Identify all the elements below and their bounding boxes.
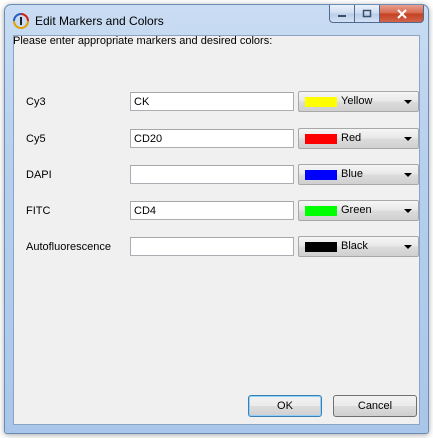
color-select-dapi[interactable]: Blue	[298, 164, 419, 185]
chevron-down-icon	[404, 245, 412, 249]
app-icon	[13, 13, 29, 29]
chevron-down-icon	[404, 173, 412, 177]
marker-input-dapi[interactable]	[130, 165, 294, 184]
color-swatch	[305, 97, 337, 107]
color-swatch	[305, 170, 337, 180]
marker-input-fitc[interactable]: CD4	[130, 201, 294, 220]
color-swatch	[305, 206, 337, 216]
marker-input-autofluorescence[interactable]	[130, 237, 294, 256]
chevron-down-icon	[404, 137, 412, 141]
caption-buttons	[329, 5, 424, 25]
ok-button[interactable]: OK	[248, 395, 322, 417]
marker-input-cy5[interactable]: CD20	[130, 129, 294, 148]
color-name: Black	[341, 240, 368, 252]
color-name: Blue	[341, 168, 364, 180]
cancel-button[interactable]: Cancel	[333, 395, 417, 417]
channel-label-cy3: Cy3	[26, 96, 46, 108]
channel-label-cy5: Cy5	[26, 133, 46, 145]
color-swatch	[305, 242, 337, 252]
marker-input-cy3[interactable]: CK	[130, 92, 294, 111]
color-select-cy3[interactable]: Yellow	[298, 91, 419, 112]
color-name: Yellow	[341, 95, 373, 107]
color-select-cy5[interactable]: Red	[298, 128, 419, 149]
window-title: Edit Markers and Colors	[35, 14, 164, 28]
close-icon	[396, 8, 407, 19]
color-select-autofluorescence[interactable]: Black	[298, 236, 419, 257]
chevron-down-icon	[404, 100, 412, 104]
color-select-fitc[interactable]: Green	[298, 200, 419, 221]
color-name: Red	[341, 132, 362, 144]
title-bar[interactable]: Edit Markers and Colors	[5, 5, 428, 35]
color-name: Green	[341, 204, 372, 216]
color-swatch	[305, 134, 337, 144]
minimize-icon	[338, 14, 346, 17]
minimize-button[interactable]	[329, 5, 355, 23]
maximize-button[interactable]	[355, 5, 380, 23]
channel-label-autofluorescence: Autofluorescence	[26, 241, 111, 253]
channel-label-fitc: FITC	[26, 205, 51, 217]
instruction-text: Please enter appropriate markers and des…	[13, 35, 273, 47]
close-button[interactable]	[380, 5, 424, 23]
maximize-icon	[362, 9, 372, 17]
chevron-down-icon	[404, 209, 412, 213]
channel-label-dapi: DAPI	[26, 169, 52, 181]
